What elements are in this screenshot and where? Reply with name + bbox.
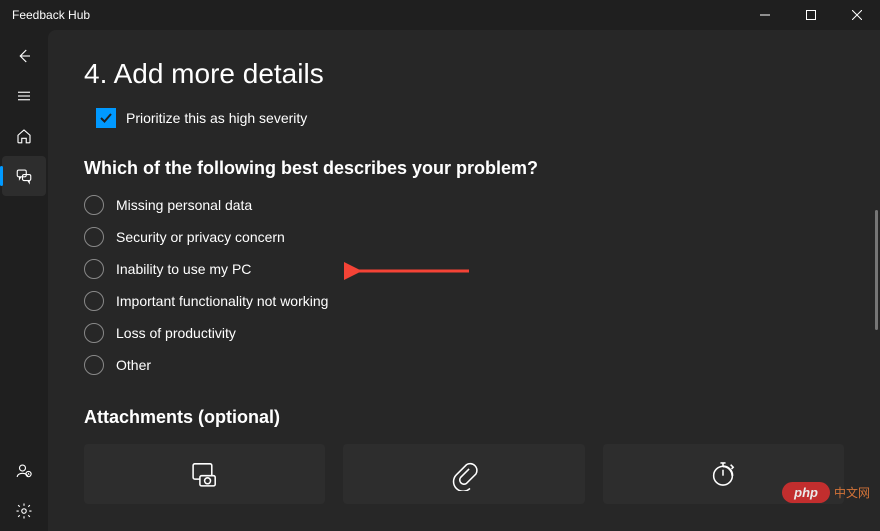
section-title: 4. Add more details xyxy=(84,58,844,90)
checkmark-icon xyxy=(99,111,113,125)
radio-icon xyxy=(84,227,104,247)
radio-label: Important functionality not working xyxy=(116,293,328,309)
arrow-annotation-icon xyxy=(344,261,474,281)
titlebar: Feedback Hub xyxy=(0,0,880,30)
attachment-cards xyxy=(84,444,844,504)
screenshot-icon xyxy=(188,457,222,491)
prioritize-checkbox-row[interactable]: Prioritize this as high severity xyxy=(96,108,844,128)
window-title: Feedback Hub xyxy=(12,8,90,22)
attachment-recreate[interactable] xyxy=(603,444,844,504)
stopwatch-icon xyxy=(706,457,740,491)
radio-security[interactable]: Security or privacy concern xyxy=(84,227,844,247)
minimize-button[interactable] xyxy=(742,0,788,30)
radio-icon xyxy=(84,195,104,215)
sidebar-profile[interactable] xyxy=(0,451,48,491)
sidebar-settings[interactable] xyxy=(0,491,48,531)
attachment-file[interactable] xyxy=(343,444,584,504)
gear-icon xyxy=(15,502,33,520)
back-arrow-icon xyxy=(15,47,33,65)
close-button[interactable] xyxy=(834,0,880,30)
radio-icon xyxy=(84,355,104,375)
scrollbar-thumb[interactable] xyxy=(875,210,878,330)
paperclip-icon xyxy=(447,457,481,491)
radio-label: Inability to use my PC xyxy=(116,261,251,277)
attachment-screenshot[interactable] xyxy=(84,444,325,504)
radio-functionality[interactable]: Important functionality not working xyxy=(84,291,844,311)
hamburger-icon xyxy=(15,87,33,105)
sidebar-feedback[interactable] xyxy=(2,156,46,196)
radio-icon xyxy=(84,323,104,343)
prioritize-label: Prioritize this as high severity xyxy=(126,110,307,126)
feedback-icon xyxy=(15,167,33,185)
radio-label: Missing personal data xyxy=(116,197,252,213)
question-title: Which of the following best describes yo… xyxy=(84,158,844,179)
radio-inability[interactable]: Inability to use my PC xyxy=(84,259,844,279)
radio-icon xyxy=(84,291,104,311)
maximize-icon xyxy=(806,10,816,20)
window-controls xyxy=(742,0,880,30)
radio-label: Security or privacy concern xyxy=(116,229,285,245)
app-body: 4. Add more details Prioritize this as h… xyxy=(0,30,880,531)
maximize-button[interactable] xyxy=(788,0,834,30)
home-icon xyxy=(15,127,33,145)
radio-other[interactable]: Other xyxy=(84,355,844,375)
radio-missing-data[interactable]: Missing personal data xyxy=(84,195,844,215)
close-icon xyxy=(852,10,862,20)
prioritize-checkbox[interactable] xyxy=(96,108,116,128)
radio-group: Missing personal data Security or privac… xyxy=(84,195,844,375)
sidebar-back[interactable] xyxy=(0,36,48,76)
radio-productivity[interactable]: Loss of productivity xyxy=(84,323,844,343)
sidebar-home[interactable] xyxy=(0,116,48,156)
content-area: 4. Add more details Prioritize this as h… xyxy=(48,30,880,531)
radio-icon xyxy=(84,259,104,279)
sidebar xyxy=(0,30,48,531)
minimize-icon xyxy=(760,10,770,20)
profile-icon xyxy=(15,462,33,480)
radio-label: Loss of productivity xyxy=(116,325,236,341)
sidebar-menu[interactable] xyxy=(0,76,48,116)
radio-label: Other xyxy=(116,357,151,373)
attachments-title: Attachments (optional) xyxy=(84,407,844,428)
